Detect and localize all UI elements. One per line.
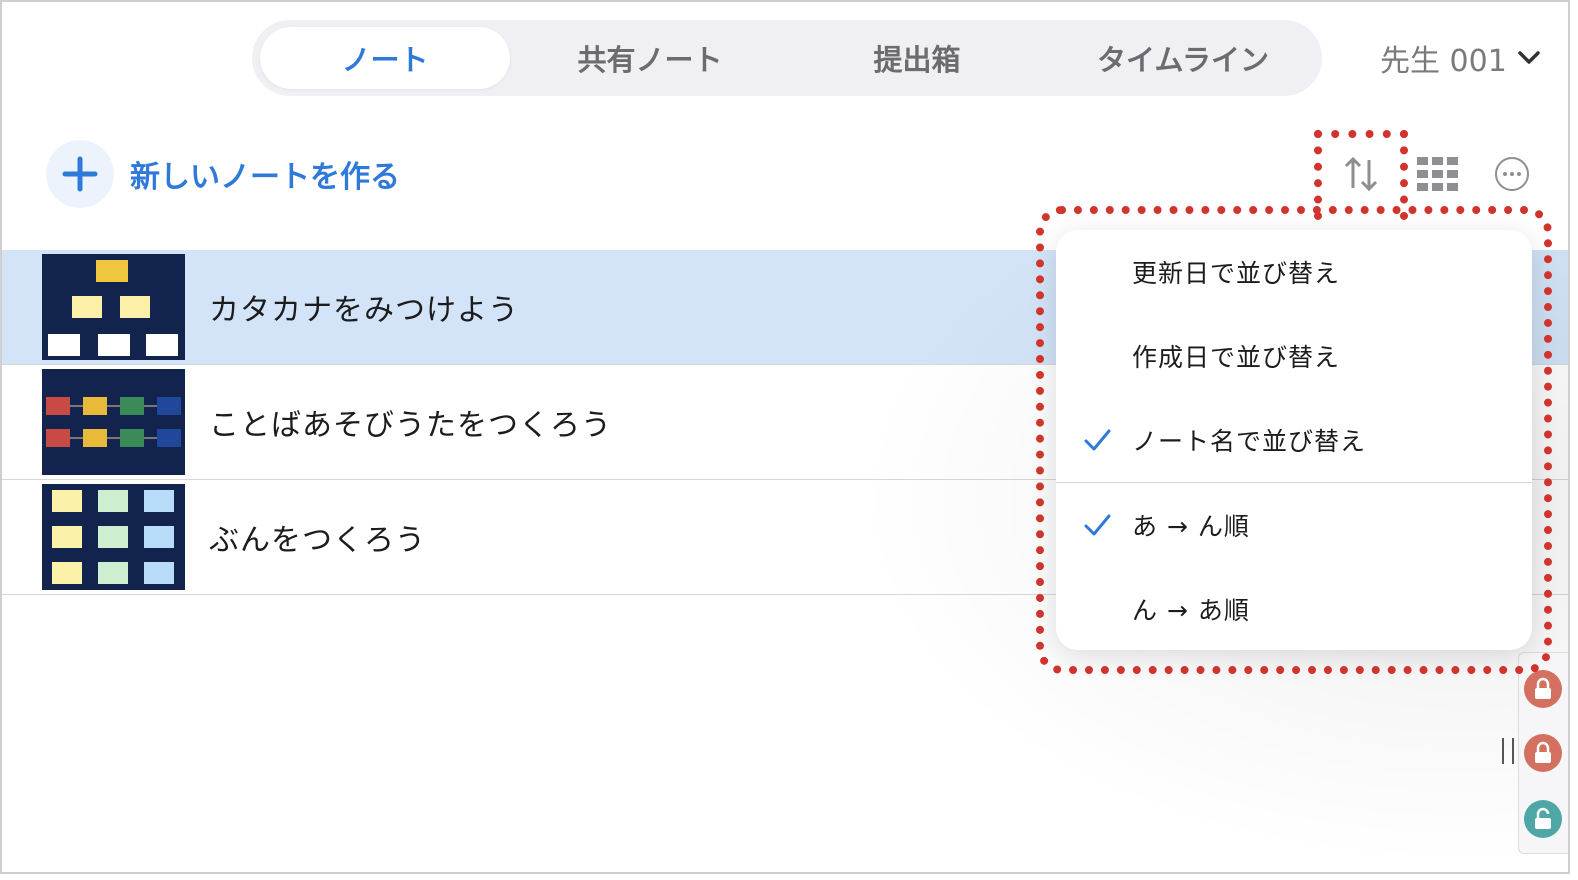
panel-grip-handle[interactable] bbox=[1502, 738, 1514, 764]
sort-menu: 更新日で並び替え 作成日で並び替え ノート名で並び替え あ → ん順 ん → あ… bbox=[1056, 230, 1532, 650]
sort-by-name-option[interactable]: ノート名で並び替え bbox=[1056, 398, 1532, 482]
chevron-down-icon bbox=[1518, 51, 1540, 64]
sort-button[interactable] bbox=[1338, 152, 1384, 196]
note-title: カタカナをみつけよう bbox=[209, 293, 519, 328]
grid-view-icon bbox=[1417, 157, 1458, 191]
tab-timeline[interactable]: タイムライン bbox=[1044, 27, 1322, 89]
note-title: ことばあそびうたをつくろう bbox=[209, 408, 612, 443]
unlock-icon[interactable] bbox=[1524, 800, 1562, 838]
note-thumbnail bbox=[42, 369, 185, 475]
option-label: ん → あ順 bbox=[1132, 596, 1250, 625]
option-label: あ → ん順 bbox=[1132, 512, 1250, 541]
popover-arrow bbox=[1344, 208, 1388, 232]
order-descending-option[interactable]: ん → あ順 bbox=[1056, 567, 1532, 651]
user-menu[interactable]: 先生 001 bbox=[1380, 36, 1541, 80]
option-label: 作成日で並び替え bbox=[1132, 343, 1341, 372]
plus-icon bbox=[46, 140, 114, 208]
sort-icon bbox=[1344, 156, 1378, 192]
tab-shared-notes[interactable]: 共有ノート bbox=[510, 27, 790, 89]
lock-icon[interactable] bbox=[1524, 734, 1562, 772]
checkmark-icon bbox=[1084, 429, 1111, 451]
lock-icon[interactable] bbox=[1524, 670, 1562, 708]
note-title: ぶんをつくろう bbox=[209, 523, 426, 558]
note-thumbnail bbox=[42, 254, 185, 360]
new-note-button[interactable]: 新しいノートを作る bbox=[46, 140, 400, 208]
app-window: ノート 共有ノート 提出箱 タイムライン 先生 001 新しいノートを作る カタ… bbox=[0, 0, 1570, 874]
top-tab-bar: ノート 共有ノート 提出箱 タイムライン bbox=[252, 20, 1322, 96]
more-icon bbox=[1495, 157, 1529, 191]
tab-notes[interactable]: ノート bbox=[260, 27, 511, 89]
order-ascending-option[interactable]: あ → ん順 bbox=[1056, 483, 1532, 567]
sort-by-created-option[interactable]: 作成日で並び替え bbox=[1056, 314, 1532, 398]
tab-submission-box[interactable]: 提出箱 bbox=[790, 27, 1044, 89]
note-thumbnail bbox=[42, 484, 185, 590]
option-label: ノート名で並び替え bbox=[1132, 427, 1367, 456]
more-button[interactable] bbox=[1492, 152, 1532, 196]
grid-view-button[interactable] bbox=[1416, 152, 1460, 196]
checkmark-icon bbox=[1084, 514, 1111, 536]
sort-by-updated-option[interactable]: 更新日で並び替え bbox=[1056, 230, 1532, 314]
new-note-label: 新しいノートを作る bbox=[130, 160, 400, 195]
user-name: 先生 001 bbox=[1380, 44, 1507, 79]
option-label: 更新日で並び替え bbox=[1132, 259, 1341, 288]
